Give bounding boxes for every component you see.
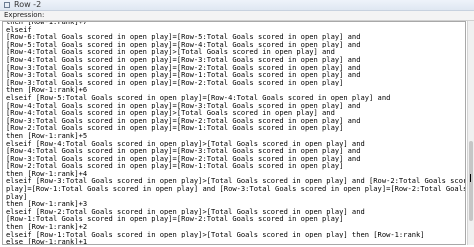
window-icon (4, 2, 10, 8)
code-line: [Row-4:Total Goals scored in open play]=… (6, 147, 361, 155)
code-line: then [Row-1:rank]+2 (6, 223, 88, 231)
code-line: [Row-3:Total Goals scored in open play]=… (6, 63, 361, 72)
code-line: [Row-3:Total Goals scored in open play]=… (6, 71, 361, 79)
code-line: then [Row-1:rank]+3 (6, 200, 88, 208)
code-line: play] (6, 192, 28, 201)
expression-editor[interactable]: then [Row-1:rank]+7 elseif [Row-6:Total Go… (2, 21, 466, 245)
code-line: [Row-4:Total Goals scored in open play]>… (6, 109, 335, 117)
code-line: [Row-4:Total Goals scored in open play]=… (6, 55, 361, 64)
code-line: elseif [Row-5:Total Goals scored in open… (6, 93, 391, 102)
code-line: elseif [Row-3:Total Goals scored in open… (6, 177, 465, 186)
code-line: [Row-4:Total Goals scored in open play]=… (6, 101, 361, 110)
expression-code[interactable]: then [Row-1:rank]+7 elseif [Row-6:Total Go… (6, 22, 465, 245)
vertical-scrollbar[interactable] (467, 21, 474, 245)
expression-label: Expression: (0, 11, 474, 21)
window-title: Row -2 (14, 0, 42, 9)
code-line: [Row-6:Total Goals scored in open play]=… (6, 33, 361, 41)
code-line: [Row-2:Total Goals scored in open play]=… (6, 162, 344, 170)
code-line: [Row-5:Total Goals scored in open play]=… (6, 40, 361, 49)
code-line: elseif [Row-1:Total Goals scored in open… (6, 230, 425, 239)
code-line: [Row-2:Total Goals scored in open play]=… (6, 124, 344, 132)
title-bar: Row -2 (0, 0, 474, 11)
code-line: play]=[Row-1:Total Goals scored in open … (6, 185, 465, 193)
code-line: else [Row-1:rank]+1 (6, 238, 88, 245)
code-line: [Row-4:Total Goals scored in open play]>… (6, 48, 335, 56)
code-line: elseif [Row-2:Total Goals scored in open… (6, 207, 365, 216)
code-line: [Row-3:Total Goals scored in open play]=… (6, 154, 361, 163)
code-line: [Row-3:Total Goals scored in open play]=… (6, 116, 361, 125)
code-line: [Row-3:Total Goals scored in open play]=… (6, 78, 344, 87)
code-line: then [Row-1:rank]+5 (6, 131, 88, 140)
text-caret (470, 174, 471, 182)
calculation-window: Row -2 Expression: then [Row-1:rank]+7 el… (0, 0, 474, 247)
code-line: then [Row-1:rank]+4 (6, 169, 88, 178)
code-line: [Row-1:Total Goals scored in open play]=… (6, 215, 344, 224)
code-line: then [Row-1:rank]+6 (6, 86, 88, 94)
code-line: elseif (6, 25, 32, 34)
code-line: elseif [Row-4:Total Goals scored in open… (6, 139, 365, 148)
